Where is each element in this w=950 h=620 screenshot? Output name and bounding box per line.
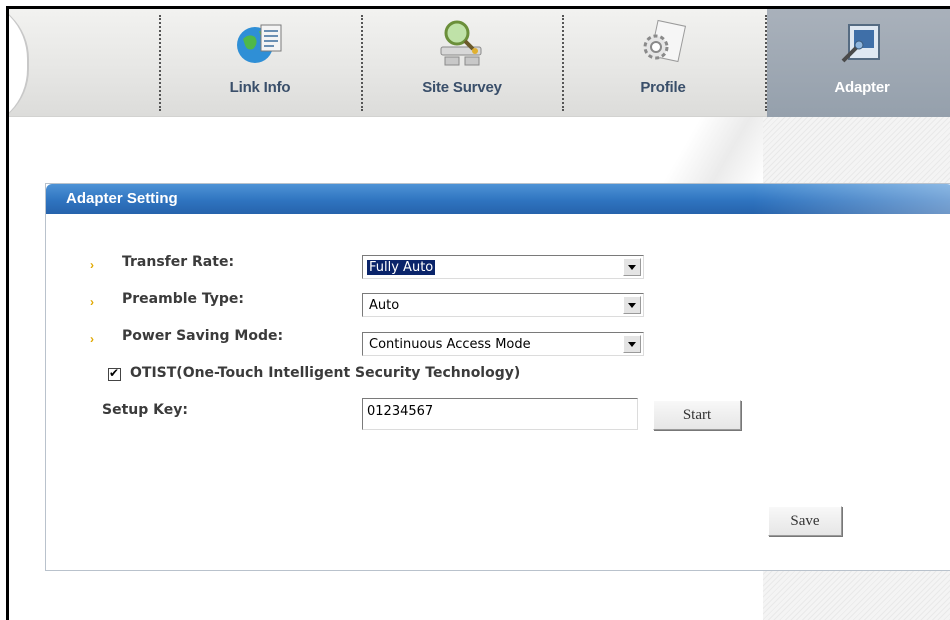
- app-window: Link Info Site Survey Profile Adapter Ad…: [6, 6, 950, 620]
- network-search-icon: [440, 20, 482, 66]
- gear-page-icon: [643, 19, 687, 63]
- header-shine: [753, 184, 950, 214]
- power-saving-mode-value: Continuous Access Mode: [369, 337, 531, 352]
- transfer-rate-value: Fully Auto: [367, 260, 436, 275]
- bullet-arrow-icon: ›: [90, 295, 94, 309]
- bullet-arrow-icon: ›: [90, 258, 94, 272]
- setup-key-label: Setup Key:: [102, 402, 188, 418]
- power-saving-mode-label: Power Saving Mode:: [122, 328, 284, 344]
- tab-label: Adapter: [834, 79, 890, 96]
- bullet-arrow-icon: ›: [90, 332, 94, 346]
- tab-label: Link Info: [229, 79, 291, 96]
- preamble-type-select[interactable]: Auto: [362, 293, 644, 317]
- start-button[interactable]: Start: [653, 400, 741, 430]
- tab-label: Site Survey: [422, 79, 502, 96]
- tab-link-info[interactable]: Link Info: [165, 9, 355, 117]
- preamble-type-value: Auto: [369, 298, 400, 313]
- adapter-card-icon: [841, 24, 880, 63]
- tab-adapter[interactable]: Adapter: [767, 9, 950, 117]
- transfer-rate-label: Transfer Rate:: [122, 254, 235, 270]
- save-button[interactable]: Save: [768, 506, 842, 536]
- nav-separator: [562, 15, 564, 111]
- nav-separator: [159, 15, 161, 111]
- setup-key-input[interactable]: 01234567: [362, 398, 638, 430]
- nav-separator: [361, 15, 363, 111]
- tab-label: Profile: [640, 79, 686, 96]
- top-navigation: Link Info Site Survey Profile Adapter: [9, 9, 950, 129]
- adapter-setting-panel: Adapter Setting › Transfer Rate: Fully A…: [45, 183, 950, 571]
- otist-label: OTIST(One-Touch Intelligent Security Tec…: [130, 365, 521, 381]
- panel-title: Adapter Setting: [66, 190, 178, 207]
- transfer-rate-select[interactable]: Fully Auto: [362, 255, 644, 279]
- preamble-type-label: Preamble Type:: [122, 291, 245, 307]
- tab-profile[interactable]: Profile: [568, 9, 758, 117]
- otist-checkbox[interactable]: [108, 366, 121, 381]
- power-saving-mode-select[interactable]: Continuous Access Mode: [362, 332, 644, 356]
- dropdown-arrow-icon[interactable]: [623, 335, 641, 353]
- panel-header: Adapter Setting: [46, 184, 950, 214]
- tab-site-survey[interactable]: Site Survey: [367, 9, 557, 117]
- globe-document-icon: [237, 24, 282, 63]
- dropdown-arrow-icon[interactable]: [623, 258, 641, 276]
- topbar-curve-decoration: [9, 9, 29, 129]
- dropdown-arrow-icon[interactable]: [623, 296, 641, 314]
